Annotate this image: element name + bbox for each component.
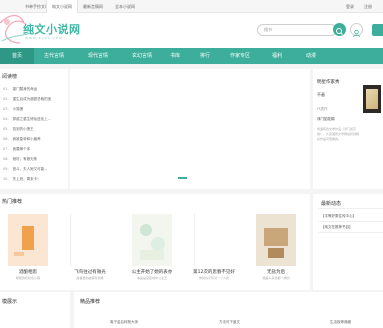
recommend-panel: 热门推荐 酒酿相思 暖暖的奶奶在小镇 飞鸟往过有微光 故事里的故事有新婚 公主开…	[0, 194, 310, 290]
book-cover-art	[256, 214, 296, 266]
recommend-title: 热门推荐	[2, 199, 23, 205]
rank-item[interactable]: 07. 我要嫁个沐	[3, 145, 30, 153]
book-desc: 她是从来也都一样的	[262, 276, 290, 280]
tab-pure-novel[interactable]: 纯文小说网	[46, 0, 78, 13]
rank-item[interactable]: 02. 重生后成为超甜总裁的宝	[3, 95, 51, 103]
showcase-title: 模展示	[2, 299, 18, 305]
nav-author-zone[interactable]: 作家专区	[220, 48, 260, 64]
rank-item[interactable]: 03. 小狐狸	[3, 105, 23, 113]
user-icon	[353, 29, 360, 38]
featured-item[interactable]: 离子金后科默大师	[110, 320, 138, 325]
site-logo-subtitle: WWW.XXXX.COM	[25, 36, 63, 40]
news-item[interactable]: 【平等好委住传中心】	[321, 214, 356, 219]
book-title[interactable]: 飞鸟往过有微光	[64, 269, 116, 275]
book-cover[interactable]	[194, 214, 234, 266]
rank-item[interactable]: 09. 宫斗，夫人她又可能...	[3, 165, 47, 173]
nav-home[interactable]: 首页	[0, 48, 34, 64]
rank-item[interactable]: 04. 穿越之重生修仙进化上...	[3, 115, 51, 123]
site-logo[interactable]: 纯文小说网	[23, 21, 81, 37]
tab-blank[interactable]	[0, 0, 6, 13]
book-cover[interactable]	[256, 214, 296, 266]
book-title[interactable]: 第12次的思春不见好	[188, 269, 240, 275]
featured-item[interactable]: 方法可下度文	[219, 320, 240, 325]
author-section-title: 明星作家秀	[317, 80, 340, 85]
carousel-indicator[interactable]	[178, 177, 187, 179]
author-book-title[interactable]: 浮门如花锦	[317, 117, 335, 122]
ranking-title: 阅读榜	[2, 74, 18, 80]
user-button[interactable]	[350, 23, 363, 38]
nav-ranking[interactable]: 排行	[190, 48, 220, 64]
author-description: 偶遇辉煌文学作品《浮门如花锦》，大道湘南文学网站管辖精彩作品问里看的。	[317, 127, 360, 141]
book-cover-art	[8, 214, 48, 266]
nav-modern-romance[interactable]: 现代言情	[78, 48, 118, 64]
nav-welfare[interactable]: 福利	[262, 48, 292, 64]
nav-anime[interactable]: 动漫	[296, 48, 326, 64]
news-panel: 最新动态 【平等好委住传中心】 【纯文在推荐书目】	[313, 194, 383, 290]
news-title: 最新动态	[321, 201, 342, 207]
book-desc: 故事里的故事有新婚	[76, 276, 104, 280]
tab-full-novel[interactable]: 全本小说网	[110, 0, 140, 13]
nav-ancient-romance[interactable]: 古代言情	[36, 48, 72, 64]
book-cover-art	[132, 214, 172, 266]
showcase-panel: 模展示	[0, 292, 70, 328]
nav-library[interactable]: 书库	[160, 48, 190, 64]
search-icon	[336, 28, 343, 35]
tab-latest-romance[interactable]: 最新言情网	[78, 0, 108, 13]
featured-panel: 精品推荐 离子金后科默大师 方法可下度文 生活极等典藏	[74, 292, 383, 328]
book-cover[interactable]	[8, 214, 48, 266]
rank-item[interactable]: 01. 豪门替身的命运	[3, 85, 37, 93]
rank-item[interactable]: 08. 她好，有娘无条	[3, 155, 37, 163]
site-header: 纯文小说网 WWW.XXXX.COM 搜书	[0, 13, 383, 48]
book-title[interactable]: 无盐为后	[250, 269, 302, 275]
rank-item[interactable]: 05. 捡到的小狼王	[3, 125, 34, 133]
book-cover[interactable]	[70, 214, 110, 266]
book-desc: 暖暖的奶奶在小镇	[15, 276, 40, 280]
author-work-label: 代表作	[317, 107, 328, 111]
author-name[interactable]: 不画	[317, 92, 325, 98]
author-book-cover[interactable]	[363, 85, 381, 113]
rank-item[interactable]: 10. 先上班，周末卡！	[3, 175, 41, 183]
search-button[interactable]	[333, 23, 346, 36]
register-link[interactable]: 注册	[364, 0, 372, 13]
book-desc: 你就似乎有对一个人的	[198, 276, 229, 280]
main-nav: 首页 古代言情 现代言情 玄幻言情 书库 排行 作家专区 福利 动漫	[0, 48, 383, 64]
side-menu-button[interactable]	[372, 24, 383, 36]
search-input[interactable]: 搜书	[257, 24, 337, 36]
featured-title: 精品推荐	[80, 299, 101, 305]
nav-fantasy-romance[interactable]: 玄幻言情	[122, 48, 162, 64]
news-divider	[319, 221, 383, 222]
rank-item[interactable]: 06. 我被皇帝和小兽养	[3, 135, 41, 143]
book-title[interactable]: 酒酿相思	[2, 269, 54, 275]
news-divider	[319, 208, 383, 209]
ranking-panel: 阅读榜 01. 豪门替身的命运 02. 重生后成为超甜总裁的宝 03. 小狐狸 04.…	[0, 69, 68, 189]
book-cover[interactable]	[132, 214, 172, 266]
star-author-card: 明星作家秀 不画 代表作 浮门如花锦 偶遇辉煌文学作品《浮门如花锦》，大道湘南文…	[313, 69, 383, 189]
top-tab-bar: 书单手抄文章 纯文小说网 最新言情网 全本小说网 登录 注册	[0, 0, 383, 13]
news-item[interactable]: 【纯文在推荐书目】	[321, 225, 353, 230]
book-title[interactable]: 公主开始了她的表亦	[126, 269, 178, 275]
news-divider	[319, 232, 383, 233]
featured-item[interactable]: 生活极等典藏	[330, 320, 351, 325]
book-desc: 本是是宫廷城中公主王	[136, 276, 167, 280]
banner-carousel[interactable]	[70, 69, 310, 189]
login-link[interactable]: 登录	[346, 0, 354, 13]
